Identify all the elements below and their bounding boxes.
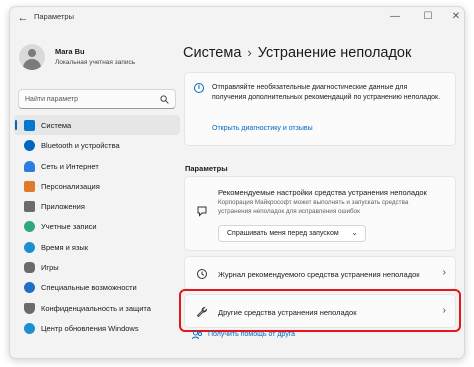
sidebar-item-label: Игры — [41, 263, 59, 273]
sidebar-item-accounts[interactable]: Учетные записи — [14, 216, 180, 236]
person-icon — [24, 221, 35, 233]
open-diagnostics-link[interactable]: Открыть диагностику и отзывы — [212, 125, 313, 132]
page-title: Устранение неполадок — [257, 45, 412, 61]
sidebar-item-network[interactable]: Сеть и Интернет — [14, 156, 180, 176]
sidebar-item-label: Система — [41, 121, 72, 130]
sidebar-item-accessibility[interactable]: Специальные возможности — [14, 277, 180, 297]
brush-icon — [24, 180, 35, 192]
settings-window: ← Параметры — ☐ ✕ Mara Bu Локальная учет… — [9, 6, 465, 359]
maximize-button[interactable]: ☐ — [413, 9, 443, 25]
chevron-down-icon: ⌄ — [351, 228, 358, 237]
recommended-settings-card: Рекомендуемые настройки средства устране… — [184, 176, 456, 251]
back-arrow-icon[interactable]: ← — [16, 11, 30, 25]
close-button[interactable]: ✕ — [441, 9, 464, 25]
troubleshooter-history-title: Журнал рекомендуемого средства устранени… — [218, 270, 420, 279]
history-icon — [197, 269, 207, 279]
sidebar-item-bluetooth[interactable]: Bluetooth и устройства — [14, 135, 180, 155]
sidebar-item-label: Сеть и Интернет — [41, 161, 99, 171]
update-icon — [24, 322, 35, 334]
breadcrumb-separator: › — [247, 45, 252, 60]
sidebar-item-label: Центр обновления Windows — [41, 323, 139, 333]
sidebar-item-apps[interactable]: Приложения — [14, 196, 180, 216]
accessibility-icon — [24, 282, 35, 294]
search-icon[interactable] — [160, 95, 169, 104]
get-help-link[interactable]: Получить помощь от друга — [208, 331, 295, 338]
chevron-right-icon: › — [442, 267, 446, 278]
app-title: Параметры — [34, 12, 74, 21]
info-icon: i — [194, 83, 204, 93]
minimize-button[interactable]: — — [380, 9, 410, 25]
user-name: Mara Bu — [55, 47, 85, 56]
section-title: Параметры — [185, 164, 228, 173]
sidebar-item-system[interactable]: Система — [14, 115, 180, 136]
sidebar-item-personalization[interactable]: Персонализация — [14, 176, 180, 196]
account-type: Локальная учетная запись — [55, 59, 136, 66]
sidebar-item-gaming[interactable]: Игры — [14, 257, 180, 277]
diagnostics-info-card: i Отправляйте необязательные диагностиче… — [184, 72, 456, 146]
recommended-settings-dropdown[interactable]: Спрашивать меня перед запуском ⌄ — [218, 225, 366, 242]
search-input[interactable] — [25, 93, 155, 105]
sidebar-item-label: Учетные записи — [41, 222, 97, 232]
globe-clock-icon — [24, 241, 35, 253]
bluetooth-icon — [24, 140, 35, 152]
search-box[interactable] — [18, 89, 176, 109]
info-text: Отправляйте необязательные диагностическ… — [212, 84, 441, 101]
sidebar-item-time-language[interactable]: Время и язык — [14, 237, 180, 257]
highlight-frame — [179, 289, 461, 332]
shield-icon — [24, 302, 35, 314]
troubleshooter-history-card[interactable]: Журнал рекомендуемого средства устранени… — [184, 256, 456, 290]
sidebar-item-windows-update[interactable]: Центр обновления Windows — [14, 318, 180, 338]
sidebar-nav: Система Bluetooth и устройства Сеть и Ин… — [10, 115, 180, 338]
wifi-icon — [24, 160, 35, 172]
help-icon — [192, 330, 203, 340]
recommended-settings-subtitle: Корпорация Майкрософт может выполнять и … — [218, 199, 409, 215]
title-bar: ← Параметры — ☐ ✕ — [10, 7, 464, 29]
breadcrumb: Система › Устранение неполадок — [183, 45, 411, 61]
sidebar-item-label: Время и язык — [41, 242, 89, 252]
dropdown-value: Спрашивать меня перед запуском — [227, 230, 339, 237]
sidebar-item-label: Персонализация — [41, 181, 100, 191]
gamepad-icon — [24, 262, 35, 274]
sidebar-item-privacy[interactable]: Конфиденциальность и защита — [14, 298, 180, 318]
sidebar-item-label: Конфиденциальность и защита — [41, 303, 151, 313]
sidebar-item-label: Приложения — [41, 202, 85, 212]
monitor-icon — [24, 120, 35, 131]
apps-icon — [24, 201, 35, 213]
chat-bubble-icon — [197, 206, 207, 217]
avatar[interactable] — [19, 44, 45, 70]
recommended-settings-title: Рекомендуемые настройки средства устране… — [218, 188, 427, 197]
breadcrumb-parent[interactable]: Система — [183, 45, 241, 61]
sidebar-item-label: Bluetooth и устройства — [41, 141, 120, 151]
sidebar-item-label: Специальные возможности — [41, 283, 137, 293]
